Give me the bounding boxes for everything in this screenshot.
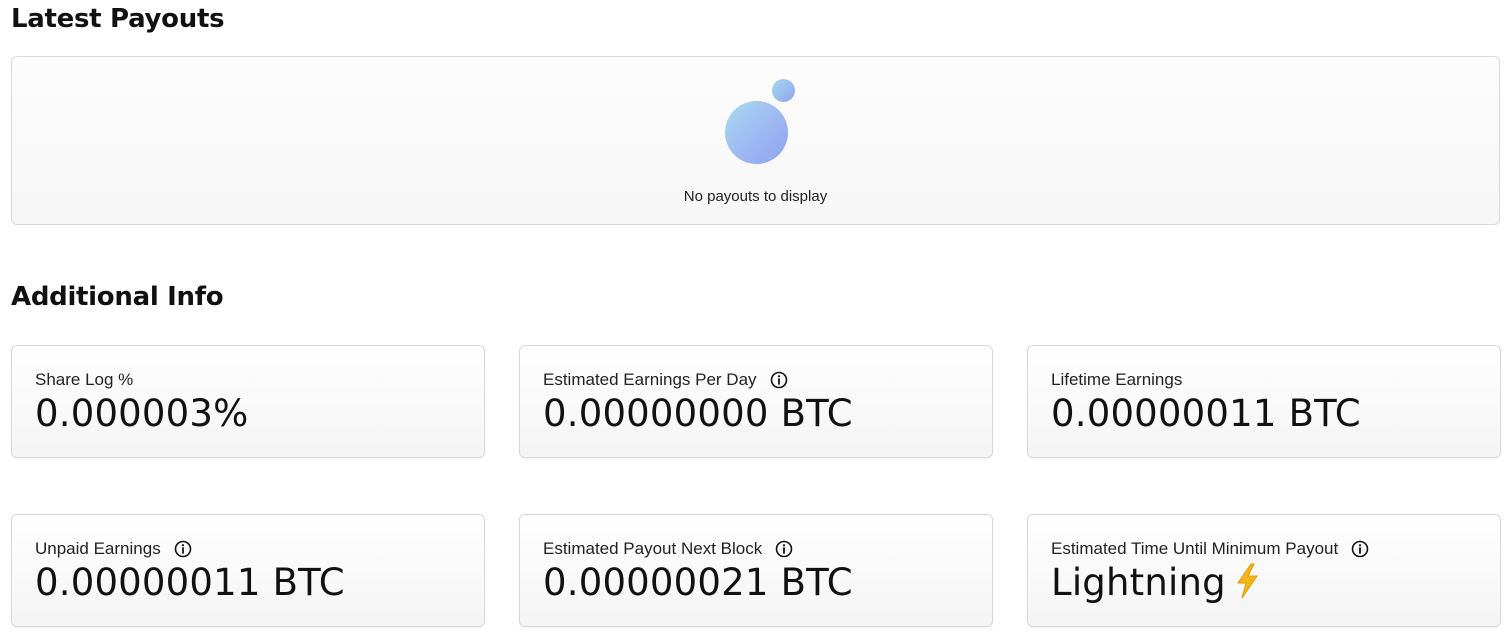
lightning-bolt-icon: [1236, 563, 1258, 599]
lifetime-earnings-label: Lifetime Earnings: [1051, 370, 1183, 389]
empty-state-bubble-icon: [725, 101, 788, 164]
card-label: Lifetime Earnings: [1051, 370, 1182, 390]
estimated-earnings-per-day-value: 0.00000000 BTC: [543, 392, 853, 435]
payouts-empty-panel: No payouts to display: [11, 56, 1500, 225]
lifetime-earnings-value: 0.00000011 BTC: [1051, 392, 1361, 435]
estimated-time-until-minimum-payout-value: Lightning: [1051, 561, 1262, 604]
estimated-payout-next-block-label: Estimated Payout Next Block: [543, 539, 763, 558]
unpaid-earnings-card: Unpaid Earnings 0.00000011 BTC: [11, 514, 485, 627]
lifetime-earnings-card: Lifetime Earnings 0.00000011 BTC: [1027, 345, 1501, 458]
info-icon[interactable]: [1351, 540, 1369, 558]
share-log-label: Share Log %: [35, 370, 134, 389]
empty-payouts-message: No payouts to display: [683, 188, 828, 205]
card-label: Estimated Payout Next Block: [543, 539, 793, 559]
share-log-card: Share Log % 0.000003%: [11, 345, 485, 458]
card-label: Estimated Time Until Minimum Payout: [1051, 539, 1369, 559]
estimated-earnings-per-day-label: Estimated Earnings Per Day: [543, 370, 757, 389]
estimated-payout-next-block-value: 0.00000021 BTC: [543, 561, 853, 604]
estimated-payout-next-block-card: Estimated Payout Next Block 0.00000021 B…: [519, 514, 993, 627]
unpaid-earnings-value: 0.00000011 BTC: [35, 561, 345, 604]
unpaid-earnings-label: Unpaid Earnings: [35, 539, 161, 558]
card-label: Unpaid Earnings: [35, 539, 192, 559]
share-log-value: 0.000003%: [35, 392, 249, 435]
info-icon[interactable]: [174, 540, 192, 558]
info-icon[interactable]: [770, 371, 788, 389]
empty-state-small-bubble-icon: [772, 79, 795, 102]
estimated-time-until-minimum-payout-label: Estimated Time Until Minimum Payout: [1051, 539, 1339, 558]
lightning-text: Lightning: [1051, 561, 1226, 604]
additional-info-heading: Additional Info: [11, 282, 224, 312]
estimated-time-until-minimum-payout-card: Estimated Time Until Minimum Payout Ligh…: [1027, 514, 1501, 627]
info-icon[interactable]: [775, 540, 793, 558]
latest-payouts-heading: Latest Payouts: [11, 4, 225, 34]
card-label: Share Log %: [35, 370, 133, 390]
card-label: Estimated Earnings Per Day: [543, 370, 788, 390]
estimated-earnings-per-day-card: Estimated Earnings Per Day 0.00000000 BT…: [519, 345, 993, 458]
